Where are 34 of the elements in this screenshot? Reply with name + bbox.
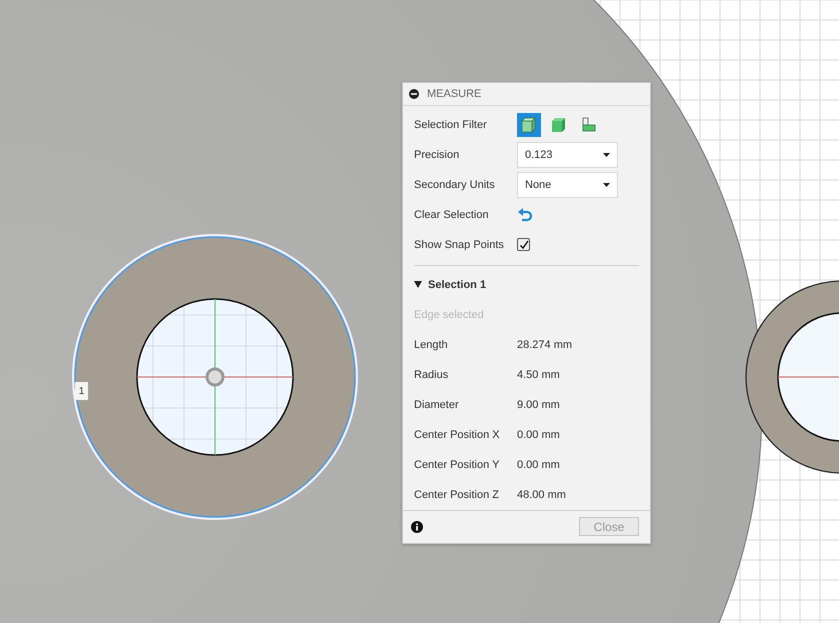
- cube-icon: [551, 116, 567, 133]
- snap-points-checkbox[interactable]: [517, 238, 530, 252]
- selection-filter-button[interactable]: [517, 112, 541, 137]
- status-text: Edge selected: [414, 308, 485, 321]
- property-label: Center Position X: [414, 428, 501, 441]
- property-value: 9.00 mm: [517, 398, 560, 411]
- caret-icon: [603, 182, 610, 187]
- property-value: 28.274 mm: [517, 338, 572, 351]
- field-label: Clear Selection: [414, 208, 490, 221]
- field-label: Precision: [414, 148, 460, 161]
- property-label: Radius: [414, 368, 450, 381]
- property-label: Center Position Z: [414, 488, 500, 501]
- precision-dropdown[interactable]: 0.123: [517, 142, 618, 168]
- info-icon[interactable]: [411, 520, 423, 533]
- property-value: 48.00 mm: [517, 488, 566, 501]
- field-label: Show Snap Points: [414, 238, 505, 251]
- property-label: Length: [414, 338, 449, 351]
- property-value: 0.00 mm: [517, 428, 560, 441]
- field-label: Selection Filter: [414, 118, 488, 131]
- secondary-units-dropdown[interactable]: None: [517, 172, 618, 198]
- edge-blocks-icon: [581, 116, 597, 133]
- panel-title: MEASURE: [427, 88, 482, 100]
- section-header[interactable]: Selection 1: [414, 270, 639, 300]
- caret-icon: [603, 152, 610, 157]
- property-value: 4.50 mm: [517, 368, 560, 381]
- marker-label: 1: [75, 382, 88, 400]
- cube-icon: [521, 116, 537, 133]
- collapse-icon[interactable]: [409, 88, 419, 99]
- undo-icon[interactable]: [517, 208, 533, 222]
- field-label: Secondary Units: [414, 178, 496, 191]
- property-label: Diameter: [414, 398, 460, 411]
- caret-icon: [414, 281, 422, 288]
- property-label: Center Position Y: [414, 458, 500, 471]
- property-value: 0.00 mm: [517, 458, 560, 471]
